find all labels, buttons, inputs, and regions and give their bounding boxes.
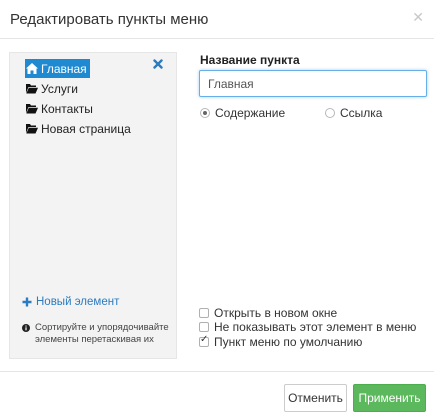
radio-content[interactable]: Содержание bbox=[200, 106, 285, 120]
info-icon bbox=[22, 324, 30, 332]
apply-button[interactable]: Применить bbox=[353, 384, 426, 412]
tree-item-new-page[interactable]: Новая страница bbox=[25, 119, 134, 138]
radio-link-label: Ссылка bbox=[340, 106, 383, 120]
radio-link-indicator[interactable] bbox=[325, 108, 335, 118]
folder-open-icon bbox=[26, 124, 38, 134]
tree-item-contacts[interactable]: Контакты bbox=[25, 99, 134, 118]
menu-tree: Главная Услуги Контакты Новая страница bbox=[25, 59, 134, 139]
add-item-label: Новый элемент bbox=[36, 296, 120, 308]
option-new-window[interactable]: Открыть в новом окне bbox=[199, 306, 337, 320]
add-item-link[interactable]: Новый элемент bbox=[22, 296, 119, 308]
plus-icon bbox=[22, 297, 32, 307]
option-default-item[interactable]: Пункт меню по умолчанию bbox=[199, 334, 363, 349]
hide-item-checkbox[interactable] bbox=[199, 322, 209, 332]
cancel-button[interactable]: Отменить bbox=[284, 384, 347, 412]
dialog-footer: Отменить Применить bbox=[0, 371, 434, 419]
item-name-input[interactable] bbox=[199, 70, 427, 97]
radio-link[interactable]: Ссылка bbox=[325, 106, 382, 120]
menu-tree-panel: Главная Услуги Контакты Новая страница Н… bbox=[9, 52, 177, 359]
radio-content-indicator[interactable] bbox=[200, 108, 210, 118]
dialog-header: Редактировать пункты меню ✕ bbox=[0, 0, 434, 39]
sort-hint: Сортируйте и упорядочивайте элементы пер… bbox=[22, 322, 172, 346]
new-window-checkbox[interactable] bbox=[199, 308, 209, 318]
remove-x-icon[interactable] bbox=[153, 59, 163, 69]
new-window-label: Открыть в новом окне bbox=[214, 306, 338, 320]
tree-item-label: Новая страница bbox=[41, 121, 131, 136]
close-icon[interactable]: ✕ bbox=[412, 10, 424, 24]
tree-item-label: Главная bbox=[41, 61, 87, 76]
tree-item-services[interactable]: Услуги bbox=[25, 79, 134, 98]
tree-item-home[interactable]: Главная bbox=[25, 59, 90, 78]
dialog-title: Редактировать пункты меню bbox=[10, 11, 209, 28]
default-item-label: Пункт меню по умолчанию bbox=[214, 335, 363, 349]
hide-item-label: Не показывать этот элемент в меню bbox=[214, 320, 417, 334]
folder-open-icon bbox=[26, 104, 38, 114]
tree-item-label: Контакты bbox=[41, 101, 93, 116]
tree-item-label: Услуги bbox=[41, 81, 78, 96]
radio-content-label: Содержание bbox=[215, 106, 286, 120]
item-name-label: Название пункта bbox=[200, 53, 300, 67]
default-item-checkbox[interactable] bbox=[199, 334, 209, 347]
option-hide-item[interactable]: Не показывать этот элемент в меню bbox=[199, 320, 416, 334]
home-icon bbox=[26, 63, 38, 74]
folder-open-icon bbox=[26, 84, 38, 94]
hint-text: Сортируйте и упорядочивайте элементы пер… bbox=[35, 322, 169, 345]
